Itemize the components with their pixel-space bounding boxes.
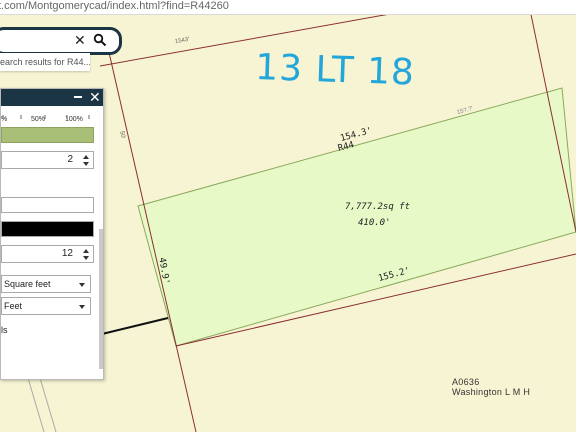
close-button[interactable]: ✕ <box>89 89 101 106</box>
search-icon[interactable] <box>93 33 107 47</box>
stepper-up-icon[interactable] <box>83 155 89 159</box>
abstract-id: A0636 <box>452 377 480 387</box>
length-label: 410.0' <box>358 218 391 228</box>
stepper-value: 12 <box>61 248 73 259</box>
show-labels-option[interactable]: ls <box>1 325 8 335</box>
abstract-label: A0636 Washington L M H <box>452 377 530 397</box>
line-color-swatch[interactable] <box>1 221 94 237</box>
search-box: ✕ <box>0 27 122 55</box>
road-line <box>39 377 57 432</box>
clear-icon[interactable]: ✕ <box>74 31 86 49</box>
browser-url-bar[interactable]: t.com/Montgomerycad/index.html?find=R442… <box>0 0 576 15</box>
url-text: t.com/Montgomerycad/index.html?find=R442… <box>0 0 229 12</box>
panel-scrollbar[interactable] <box>99 229 103 369</box>
area-unit-select[interactable]: Square feet <box>1 275 91 293</box>
chevron-down-icon <box>79 305 85 309</box>
line-width-stepper[interactable]: 2 <box>1 151 94 169</box>
area-label: 7,777.2sq ft <box>345 202 411 212</box>
subdivision-label: 13 LT 18 <box>254 47 416 94</box>
stepper-down-icon[interactable] <box>83 162 89 166</box>
fill-color-swatch[interactable] <box>1 197 94 213</box>
area-unit-value: Square feet <box>4 279 51 289</box>
font-size-stepper[interactable]: 12 <box>1 245 94 263</box>
search-input[interactable] <box>5 33 79 51</box>
transparency-slider[interactable] <box>1 127 94 143</box>
length-unit-select[interactable]: Feet <box>1 297 91 315</box>
lot-dimension-label: 50' <box>118 130 126 140</box>
measure-line <box>101 317 169 335</box>
stepper-down-icon[interactable] <box>83 256 89 260</box>
measure-panel: ✕ % 50% 100% 2 12 Square feet Feet ls <box>0 88 104 380</box>
search-results-hint[interactable]: earch results for R44... <box>0 53 90 71</box>
tick-label: 100% <box>65 116 83 123</box>
length-unit-value: Feet <box>4 301 23 311</box>
selected-parcel[interactable] <box>137 87 576 347</box>
panel-titlebar[interactable] <box>1 89 103 106</box>
road-line <box>27 377 45 432</box>
tick-label: 50% <box>31 116 46 123</box>
stepper-up-icon[interactable] <box>83 249 89 253</box>
tick-label: % <box>1 116 8 123</box>
minimize-button[interactable] <box>74 96 82 98</box>
stepper-value: 2 <box>67 154 73 165</box>
abstract-name: Washington L M H <box>452 387 531 397</box>
chevron-down-icon <box>79 283 85 287</box>
